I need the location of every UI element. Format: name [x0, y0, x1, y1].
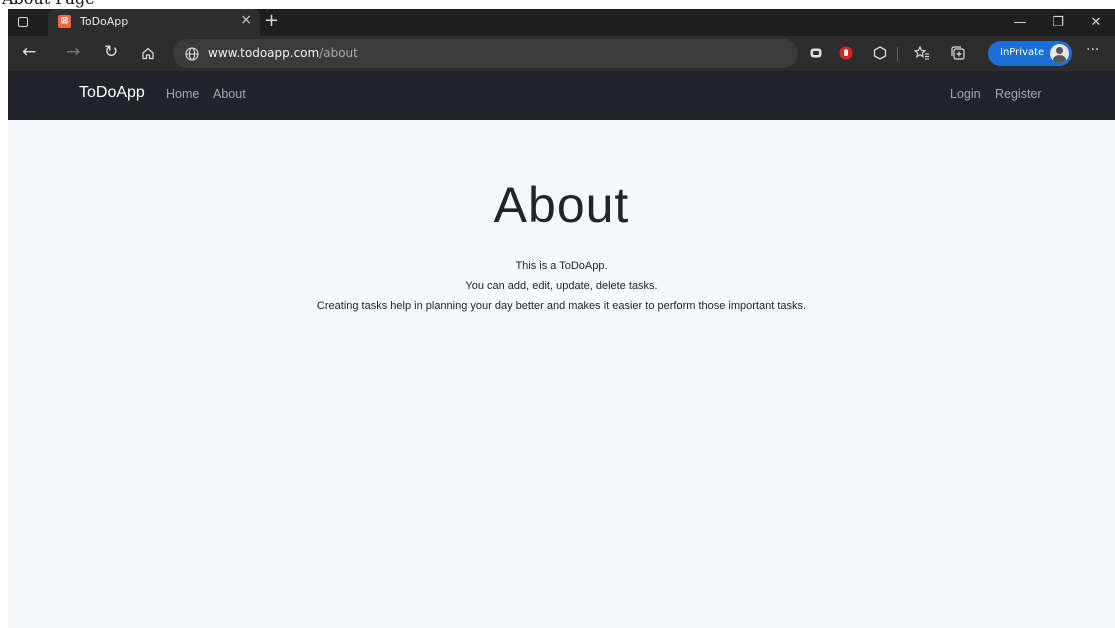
globe-icon	[185, 47, 199, 61]
back-button[interactable]: ←	[22, 42, 36, 62]
nav-link-login[interactable]: Login	[950, 87, 981, 101]
about-paragraph-2: You can add, edit, update, delete tasks.	[465, 280, 658, 292]
close-window-button[interactable]: ✕	[1077, 9, 1115, 36]
toolbar-divider	[897, 47, 898, 61]
caption-text: About Page	[2, 0, 95, 8]
tab-todoapp[interactable]: ⊠ ToDoApp ×	[48, 9, 260, 36]
home-icon[interactable]	[141, 46, 155, 60]
main-content: About This is a ToDoApp. You can add, ed…	[8, 120, 1115, 628]
address-bar[interactable]: www.todoapp.com/about	[173, 39, 798, 68]
nav-link-register[interactable]: Register	[995, 87, 1042, 101]
minimize-button[interactable]: —	[1001, 9, 1039, 36]
restore-button[interactable]: ❐	[1039, 9, 1077, 36]
xampp-icon: ⊠	[58, 15, 71, 28]
refresh-button[interactable]: ↻	[104, 42, 118, 62]
more-options-button[interactable]: ···	[1086, 42, 1099, 58]
browser-toolbar: ← → ↻ www.todoapp.com/about InPrivate ··…	[8, 36, 1115, 71]
favorites-icon[interactable]	[914, 45, 930, 61]
tab-title: ToDoApp	[80, 15, 129, 28]
tab-bar: ⊠ ToDoApp × + — ❐ ✕	[8, 9, 1115, 36]
tab-actions-icon[interactable]	[18, 17, 28, 27]
brand-link[interactable]: ToDoApp	[79, 84, 145, 102]
browser-window: ⊠ ToDoApp × + — ❐ ✕ ← → ↻ www.todoapp.co…	[8, 9, 1115, 628]
forward-button[interactable]: →	[66, 42, 80, 62]
url-path: /about	[319, 46, 358, 60]
about-paragraph-1: This is a ToDoApp.	[515, 260, 608, 272]
inprivate-button[interactable]: InPrivate	[988, 41, 1072, 66]
inprivate-label: InPrivate	[1000, 47, 1045, 58]
profile-avatar	[1050, 44, 1069, 63]
caption: About Page	[0, 0, 1115, 9]
tab-close-icon[interactable]: ×	[240, 12, 252, 28]
url-host: www.todoapp.com	[208, 46, 320, 60]
new-tab-button[interactable]: +	[264, 10, 279, 31]
collections-icon[interactable]	[950, 45, 966, 61]
site-navbar: ToDoApp Home About Login Register	[8, 71, 1115, 120]
extension-icon[interactable]	[808, 45, 824, 61]
browser-essentials-icon[interactable]	[872, 45, 888, 61]
about-paragraph-3: Creating tasks help in planning your day…	[316, 300, 807, 312]
nav-link-about[interactable]: About	[213, 87, 246, 101]
adblock-icon[interactable]	[838, 45, 854, 61]
nav-link-home[interactable]: Home	[166, 87, 199, 101]
url-text: www.todoapp.com/about	[208, 46, 358, 60]
page-title: About	[493, 177, 630, 233]
window-controls: — ❐ ✕	[1001, 9, 1115, 36]
